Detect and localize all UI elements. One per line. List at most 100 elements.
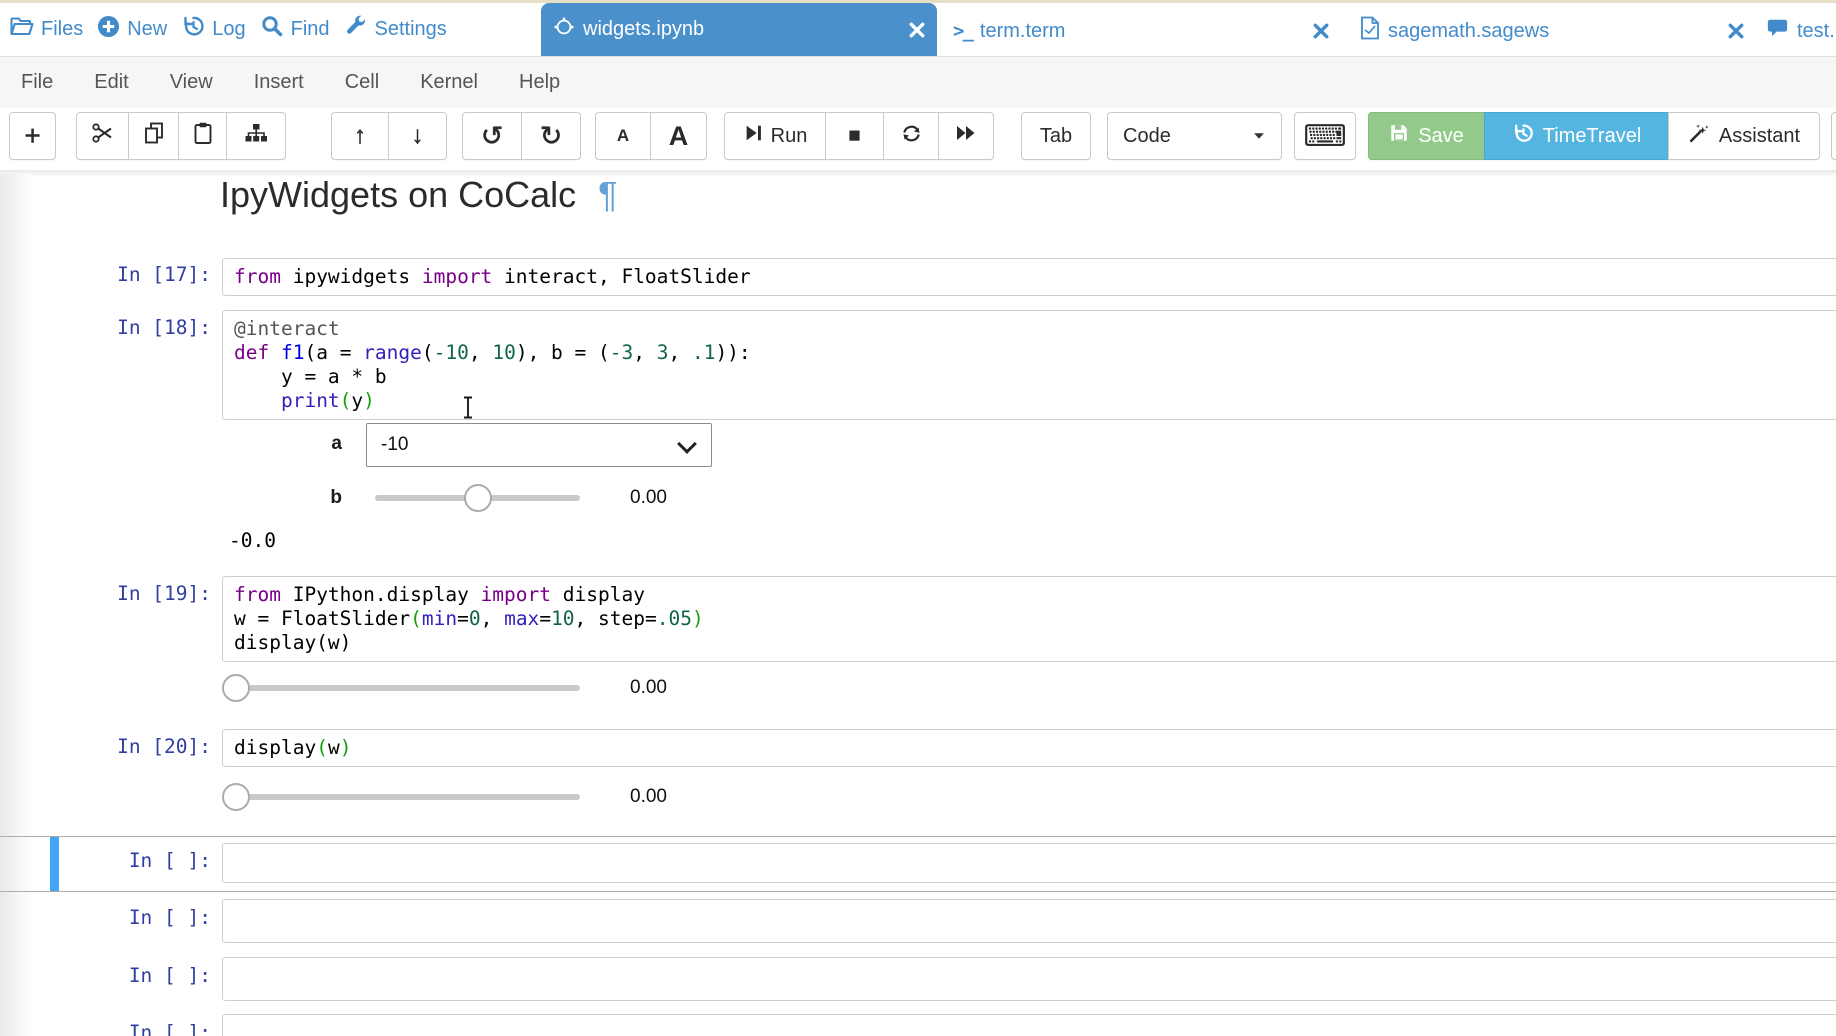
search-icon: [260, 14, 284, 44]
keyboard-shortcuts-button[interactable]: ⌨: [1294, 112, 1356, 160]
menu-item-cell[interactable]: Cell: [345, 71, 379, 94]
tab-sagemath-sagews[interactable]: sagemath.sagews: [1348, 6, 1756, 56]
close-tab-icon[interactable]: [1313, 23, 1329, 39]
menu-item-view[interactable]: View: [170, 71, 213, 94]
widget-w2-slider-track[interactable]: [226, 794, 580, 800]
move-cell-up-button[interactable]: ↑: [331, 112, 389, 160]
widget-b-slider-handle[interactable]: [464, 484, 492, 512]
menu-item-help[interactable]: Help: [519, 71, 560, 94]
undo-button[interactable]: ↺: [462, 112, 522, 160]
selected-cell-container[interactable]: [0, 836, 1836, 892]
cocalc-window: Files New Log Find: [0, 0, 1836, 1036]
menu-item-edit[interactable]: Edit: [94, 71, 128, 94]
empty-code-cell-2[interactable]: [222, 899, 1836, 943]
widget-b-label: b: [298, 487, 342, 509]
stop-button[interactable]: ■: [825, 112, 884, 160]
widget-w-slider-track[interactable]: [226, 685, 580, 691]
heading-anchor-link[interactable]: ¶: [598, 174, 617, 215]
widget-a-dropdown[interactable]: -10: [366, 423, 712, 467]
empty-code-cell-4[interactable]: [222, 1014, 1836, 1036]
decrease-font-button[interactable]: A: [595, 112, 651, 160]
move-cell-down-button[interactable]: ↓: [388, 112, 447, 160]
empty-cell-prompt-4: In [ ]:: [0, 1021, 211, 1036]
assistant-button[interactable]: Assistant: [1668, 112, 1820, 160]
settings-button[interactable]: Settings: [344, 14, 447, 44]
cut-cell-button[interactable]: [76, 112, 129, 160]
empty-code-cell-1[interactable]: [222, 843, 1836, 883]
menu-item-file[interactable]: File: [21, 71, 53, 94]
scissors-icon: [91, 121, 115, 151]
menu-item-kernel[interactable]: Kernel: [420, 71, 478, 94]
new-button[interactable]: New: [97, 15, 167, 44]
timetravel-button[interactable]: TimeTravel: [1484, 112, 1669, 160]
widget-w-slider-handle[interactable]: [222, 674, 250, 702]
log-label: Log: [212, 18, 245, 41]
cell-prompt-18: In [18]:: [0, 316, 211, 339]
arrow-up-icon: ↑: [354, 124, 366, 148]
files-button[interactable]: Files: [9, 15, 83, 43]
save-icon: [1389, 123, 1409, 149]
restart-kernel-button[interactable]: [883, 112, 939, 160]
sitemap-icon: [243, 121, 269, 151]
run-all-button[interactable]: [938, 112, 994, 160]
new-label: New: [127, 18, 167, 41]
cell-prompt-19: In [19]:: [0, 582, 211, 605]
close-tab-icon[interactable]: [909, 22, 925, 38]
paste-cell-button[interactable]: [178, 112, 227, 160]
cell-type-select[interactable]: Code: [1107, 112, 1282, 160]
run-icon: [743, 123, 763, 149]
redo-icon: ↻: [540, 123, 563, 150]
insert-cell-button[interactable]: +: [9, 112, 56, 160]
plus-circle-icon: [97, 15, 120, 44]
tab-term-term[interactable]: >_ term.term: [941, 6, 1341, 56]
tab-label: term.term: [980, 20, 1066, 43]
widget-a-value: -10: [381, 434, 408, 456]
save-button[interactable]: Save: [1368, 112, 1485, 160]
menu-item-insert[interactable]: Insert: [254, 71, 304, 94]
cell-18-output: -0.0: [229, 529, 276, 552]
empty-code-cell-3[interactable]: [222, 957, 1836, 1001]
tab-test[interactable]: test.: [1758, 6, 1836, 56]
widget-w2-readout: 0.00: [630, 786, 667, 808]
keyboard-icon: ⌨: [1303, 119, 1346, 154]
notebook-content: IpyWidgets on CoCalc¶ In [17]: from ipyw…: [0, 170, 1836, 1036]
code-cell-20[interactable]: display(w): [222, 729, 1836, 767]
tab-label: widgets.ipynb: [583, 18, 704, 41]
run-cell-button[interactable]: Run: [724, 112, 826, 160]
undo-icon: ↺: [481, 123, 504, 150]
paste-icon: [192, 121, 214, 151]
close-tab-icon[interactable]: [1728, 23, 1744, 39]
notebook-menu-bar: File Edit View Insert Cell Kernel Help: [0, 56, 1836, 108]
redo-button[interactable]: ↻: [521, 112, 581, 160]
copy-icon: [143, 121, 165, 151]
format-cells-button[interactable]: [226, 112, 286, 160]
history-icon: [181, 14, 205, 44]
notebook-toolbar: + ↑ ↓ ↺ ↻ A A: [0, 108, 1836, 170]
notebook-title: IpyWidgets on CoCalc¶: [220, 174, 618, 216]
empty-cell-prompt-1: In [ ]:: [0, 849, 211, 872]
code-cell-17[interactable]: from ipywidgets import interact, FloatSl…: [222, 258, 1836, 296]
find-label: Find: [291, 18, 330, 41]
project-action-buttons: Files New Log Find: [9, 8, 447, 50]
cell-prompt-17: In [17]:: [0, 263, 211, 286]
copy-cell-button[interactable]: [128, 112, 179, 160]
overflow-button[interactable]: [1831, 112, 1836, 160]
tab-label: test.: [1797, 20, 1835, 43]
document-icon: [1360, 16, 1380, 46]
tab-label: sagemath.sagews: [1388, 20, 1549, 43]
widget-w-readout: 0.00: [630, 677, 667, 699]
code-cell-19[interactable]: from IPython.display import displayw = F…: [222, 576, 1836, 662]
empty-cell-prompt-2: In [ ]:: [0, 906, 211, 929]
chevron-down-icon: [677, 434, 697, 454]
increase-font-button[interactable]: A: [650, 112, 707, 160]
log-button[interactable]: Log: [181, 14, 245, 44]
fast-forward-icon: [955, 123, 977, 149]
restart-icon: [900, 122, 923, 151]
timetravel-history-icon: [1512, 122, 1534, 150]
find-button[interactable]: Find: [260, 14, 330, 44]
widget-w2-slider-handle[interactable]: [222, 783, 250, 811]
tab-widgets-ipynb[interactable]: widgets.ipynb: [541, 3, 937, 56]
jupyter-icon: [553, 16, 575, 44]
tab-complete-button[interactable]: Tab: [1021, 112, 1091, 160]
font-small-icon: A: [617, 126, 629, 146]
